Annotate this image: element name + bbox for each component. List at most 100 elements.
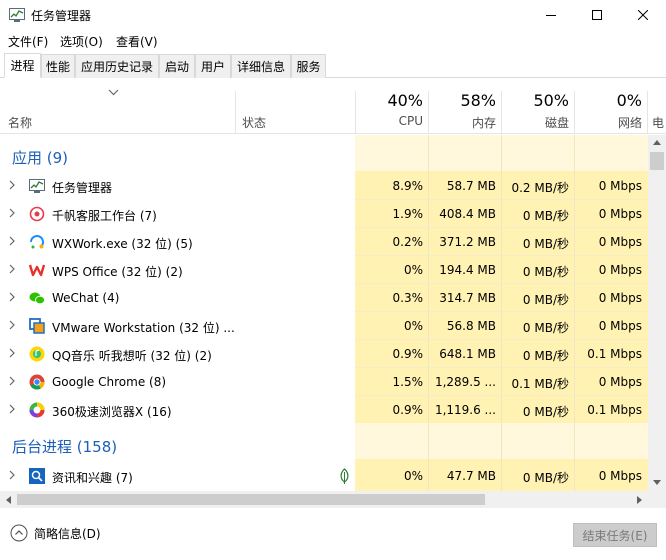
cpu-value: 0.2%	[392, 235, 424, 249]
cpu-value: 1.9%	[392, 207, 424, 221]
cpu-value: 1.5%	[392, 375, 424, 389]
expand-chevron-icon[interactable]	[9, 236, 16, 246]
vertical-scrollbar[interactable]	[648, 135, 666, 491]
process-list: 应用 (9) 任务管理器 8.9% 58.7 MB 0.2 MB/秒 0 Mbp…	[0, 135, 648, 491]
process-row[interactable]: WeChat (4) 0.3% 314.7 MB 0 MB/秒 0 Mbps	[0, 284, 648, 312]
section-apps-title[interactable]: 应用 (9)	[12, 147, 68, 168]
disk-value: 0 MB/秒	[522, 321, 569, 335]
header-network-percent: 0%	[616, 91, 642, 110]
memory-value: 58.7 MB	[446, 179, 496, 193]
cpu-value: 0.9%	[392, 347, 424, 361]
expand-chevron-icon[interactable]	[9, 292, 16, 302]
header-power-partial[interactable]: 电	[652, 114, 666, 131]
cpu-value: 0%	[403, 319, 423, 333]
tab-users[interactable]: 用户	[195, 54, 231, 78]
leaf-icon	[340, 468, 349, 484]
tab-processes[interactable]: 进程	[4, 53, 41, 78]
expand-chevron-icon[interactable]	[9, 470, 16, 480]
process-row[interactable]: VMware Workstation (32 位) ... 0% 56.8 MB…	[0, 312, 648, 340]
sort-chevron-icon[interactable]	[108, 89, 119, 96]
expand-chevron-icon[interactable]	[9, 348, 16, 358]
scroll-up-icon[interactable]	[653, 139, 661, 145]
tab-services[interactable]: 服务	[291, 54, 326, 78]
tab-bar: 进程 性能 应用历史记录 启动 用户 详细信息 服务	[0, 53, 666, 78]
cpu-value: 0%	[403, 263, 423, 277]
horizontal-scroll-thumb[interactable]	[17, 494, 485, 505]
process-row[interactable]: WPS Office (32 位) (2) 0% 194.4 MB 0 MB/秒…	[0, 256, 648, 284]
maximize-button[interactable]	[574, 0, 620, 30]
process-name: WXWork.exe (32 位) (5)	[52, 237, 193, 251]
scroll-down-icon[interactable]	[653, 480, 661, 486]
process-row[interactable]: QQ音乐 听我想听 (32 位) (2) 0.9% 648.1 MB 0 MB/…	[0, 340, 648, 368]
close-button[interactable]	[620, 0, 666, 30]
expand-chevron-icon[interactable]	[9, 376, 16, 386]
memory-value: 408.4 MB	[439, 207, 496, 221]
disk-value: 0 MB/秒	[522, 265, 569, 279]
process-name: 任务管理器	[52, 181, 113, 195]
process-row[interactable]: 资讯和兴趣 (7) 0% 47.7 MB 0 MB/秒 0 Mbps	[0, 462, 648, 490]
header-name[interactable]: 名称	[8, 114, 32, 131]
process-name: VMware Workstation (32 位) ...	[52, 321, 235, 335]
memory-value: 648.1 MB	[439, 347, 496, 361]
process-row[interactable]: 任务管理器 8.9% 58.7 MB 0.2 MB/秒 0 Mbps	[0, 172, 648, 200]
section-background-title[interactable]: 后台进程 (158)	[12, 436, 117, 457]
header-memory[interactable]: 内存	[428, 114, 496, 131]
horizontal-scrollbar[interactable]	[0, 491, 648, 508]
process-name: 360极速浏览器X (16)	[52, 405, 172, 419]
expand-chevron-icon[interactable]	[9, 208, 16, 218]
menu-bar: 文件(F) 选项(O) 查看(V)	[0, 30, 666, 52]
title-bar: 任务管理器	[0, 0, 666, 30]
process-name: 资讯和兴趣 (7)	[52, 471, 133, 485]
memory-value: 47.7 MB	[446, 469, 496, 483]
disk-value: 0 MB/秒	[522, 405, 569, 419]
header-memory-percent: 58%	[460, 91, 496, 110]
expand-chevron-icon[interactable]	[9, 320, 16, 330]
tab-details[interactable]: 详细信息	[231, 54, 291, 78]
expand-chevron-icon[interactable]	[9, 180, 16, 190]
disk-value: 0 MB/秒	[522, 237, 569, 251]
disk-value: 0 MB/秒	[522, 471, 569, 485]
process-row[interactable]: WXWork.exe (32 位) (5) 0.2% 371.2 MB 0 MB…	[0, 228, 648, 256]
header-cpu-percent: 40%	[387, 91, 423, 110]
process-row[interactable]: Google Chrome (8) 1.5% 1,289.5 ... 0.1 M…	[0, 368, 648, 396]
process-row[interactable]: 360极速浏览器X (16) 0.9% 1,119.6 ... 0 MB/秒 0…	[0, 396, 648, 424]
memory-value: 194.4 MB	[439, 263, 496, 277]
disk-value: 0 MB/秒	[522, 349, 569, 363]
expand-chevron-icon[interactable]	[9, 404, 16, 414]
cpu-value: 8.9%	[392, 179, 424, 193]
menu-options[interactable]: 选项(O)	[60, 33, 103, 50]
end-task-button[interactable]: 结束任务(E)	[573, 523, 657, 547]
tab-performance[interactable]: 性能	[41, 54, 75, 78]
header-network[interactable]: 网络	[574, 114, 642, 131]
vertical-scroll-thumb[interactable]	[650, 152, 664, 170]
memory-value: 1,289.5 ...	[434, 375, 496, 389]
fewer-details-button[interactable]: 简略信息(D)	[10, 524, 101, 542]
news-interests-icon	[29, 468, 45, 484]
network-value: 0 Mbps	[598, 235, 642, 249]
disk-value: 0 MB/秒	[522, 293, 569, 307]
footer: 简略信息(D) 结束任务(E)	[0, 510, 666, 560]
expand-chevron-icon[interactable]	[9, 264, 16, 274]
window-title: 任务管理器	[31, 9, 92, 23]
scroll-left-icon[interactable]	[5, 496, 11, 504]
network-value: 0 Mbps	[598, 207, 642, 221]
chevron-up-circle-icon	[10, 524, 28, 542]
network-value: 0 Mbps	[598, 263, 642, 277]
wxwork-icon	[30, 235, 44, 249]
minimize-button[interactable]	[528, 0, 574, 30]
vmware-icon	[29, 318, 45, 334]
header-status[interactable]: 状态	[242, 114, 266, 131]
header-cpu[interactable]: CPU	[355, 114, 423, 128]
header-disk[interactable]: 磁盘	[501, 114, 569, 131]
column-headers: 名称 状态 40% CPU 58% 内存 50% 磁盘 0% 网络 电	[0, 79, 666, 134]
qianfan-icon	[29, 206, 45, 222]
menu-view[interactable]: 查看(V)	[116, 33, 158, 50]
tab-startup[interactable]: 启动	[159, 54, 195, 78]
menu-file[interactable]: 文件(F)	[8, 33, 48, 50]
scrollbar-corner	[648, 491, 666, 508]
scroll-right-icon[interactable]	[637, 496, 643, 504]
disk-value: 0 MB/秒	[522, 209, 569, 223]
process-row[interactable]: 千帆客服工作台 (7) 1.9% 408.4 MB 0 MB/秒 0 Mbps	[0, 200, 648, 228]
qqmusic-icon	[29, 346, 45, 362]
tab-app-history[interactable]: 应用历史记录	[75, 54, 159, 78]
